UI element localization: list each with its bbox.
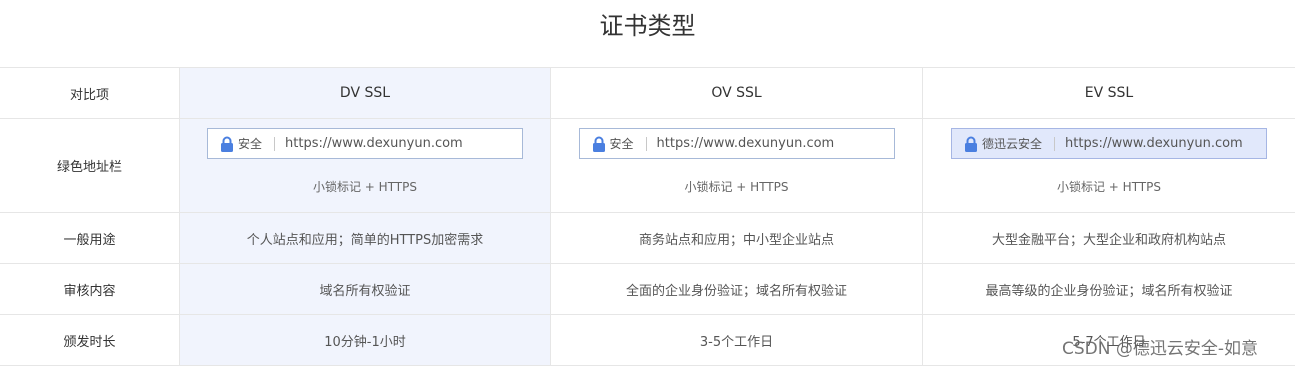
secure-label: 德迅云安全 (982, 137, 1043, 151)
divider (1054, 136, 1056, 151)
divider (274, 136, 276, 151)
issue-time-ov: 3-5个工作日 (551, 315, 923, 366)
url-text: https://www.dexunyun.com (285, 136, 463, 151)
header-dv: DV SSL (180, 68, 551, 119)
page-title: 证书类型 (599, 12, 696, 40)
usage-dv: 个人站点和应用；简单的HTTPS加密需求 (180, 213, 551, 264)
address-bar-note: 小锁标记 + HTTPS (684, 180, 789, 194)
review-ov: 全面的企业身份验证；域名所有权验证 (551, 264, 923, 315)
header-ov: OV SSL (551, 68, 923, 119)
usage-ov: 商务站点和应用；中小型企业站点 (551, 213, 923, 264)
address-bar-dv-cell: 安全 https://www.dexunyun.com 小锁标记 + HTTPS (180, 119, 551, 213)
header-ev: EV SSL (923, 68, 1295, 119)
divider (645, 136, 647, 151)
address-bar-ev: 德迅云安全 https://www.dexunyun.com (951, 128, 1267, 159)
lock-icon (964, 136, 978, 152)
watermark: CSDN @德迅云安全-如意 (1062, 339, 1259, 359)
lock-icon (220, 136, 234, 152)
usage-ev: 大型金融平台；大型企业和政府机构站点 (923, 213, 1295, 264)
row-label-issue-time: 颁发时长 (0, 315, 180, 366)
review-ev: 最高等级的企业身份验证；域名所有权验证 (923, 264, 1295, 315)
url-text: https://www.dexunyun.com (1065, 136, 1243, 151)
address-bar-ov-cell: 安全 https://www.dexunyun.com 小锁标记 + HTTPS (551, 119, 923, 213)
comparison-table: 对比项 DV SSL OV SSL EV SSL 绿色地址栏 安全 https:… (0, 67, 1295, 366)
row-label-address-bar: 绿色地址栏 (0, 119, 180, 213)
secure-label: 安全 (238, 137, 263, 151)
lock-icon (592, 136, 606, 152)
url-text: https://www.dexunyun.com (656, 136, 835, 151)
address-bar-ov: 安全 https://www.dexunyun.com (578, 128, 895, 159)
address-bar-ev-cell: 德迅云安全 https://www.dexunyun.com 小锁标记 + HT… (923, 119, 1295, 213)
secure-label: 安全 (609, 137, 634, 151)
address-bar-dv: 安全 https://www.dexunyun.com (207, 128, 523, 159)
row-label-usage: 一般用途 (0, 213, 180, 264)
row-label-review: 审核内容 (0, 264, 180, 315)
issue-time-dv: 10分钟-1小时 (180, 315, 551, 366)
address-bar-note: 小锁标记 + HTTPS (1056, 180, 1161, 194)
address-bar-note: 小锁标记 + HTTPS (312, 180, 417, 194)
header-label: 对比项 (0, 68, 180, 119)
review-dv: 域名所有权验证 (180, 264, 551, 315)
